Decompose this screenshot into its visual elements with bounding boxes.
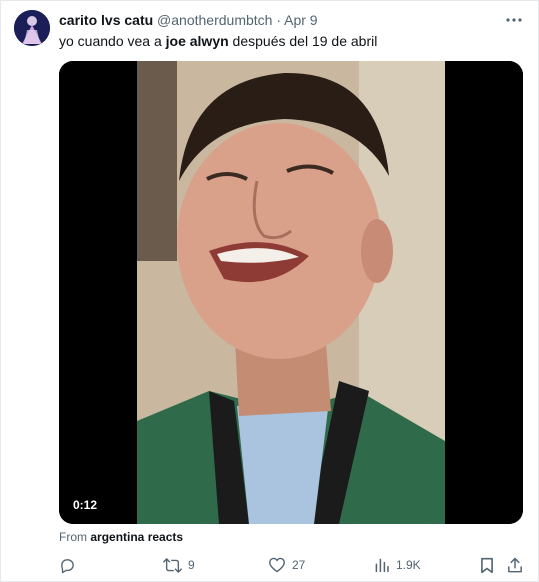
reply-icon [61,558,74,573]
tweet-date[interactable]: Apr 9 [284,12,317,28]
source-account-link[interactable]: argentina reacts [90,530,183,544]
user-handle[interactable]: @anotherdumbtch [157,12,272,28]
separator: · [276,12,281,28]
retweet-icon [163,557,182,573]
like-count: 27 [292,558,306,572]
bookmark-icon [481,557,493,573]
like-button[interactable]: 27 [268,556,305,574]
video-player[interactable]: 0:12 [59,61,523,524]
avatar-image [14,10,50,46]
bookmark-button[interactable] [480,556,494,574]
media-source: From argentina reacts [59,530,183,544]
more-icon [506,18,522,22]
tweet-text: yo cuando vea a joe alwyn después del 19… [59,32,522,50]
tweet-text-part: yo cuando vea a [59,33,166,49]
video-duration: 0:12 [67,496,104,514]
like-icon [269,557,285,573]
views-icon [375,558,389,573]
views-count: 1.9K [396,558,421,572]
avatar[interactable] [14,10,50,46]
tweet-text-part: después del 19 de abril [228,33,378,49]
more-button[interactable] [504,11,524,29]
retweet-button[interactable]: 9 [163,556,195,574]
share-icon [508,557,522,572]
tweet-header: carito lvs catu @anotherdumbtch · Apr 9 [59,11,498,31]
tweet-card[interactable]: carito lvs catu @anotherdumbtch · Apr 9 … [0,0,539,582]
retweet-count: 9 [188,558,195,572]
display-name[interactable]: carito lvs catu [59,12,153,28]
reply-button[interactable] [59,556,76,574]
share-button[interactable] [507,556,523,574]
action-bar: 9 27 1.9K [59,556,523,574]
video-frame [59,61,523,524]
source-prefix: From [59,530,91,544]
views-button[interactable]: 1.9K [374,556,421,574]
tweet-text-bold: joe alwyn [165,33,229,49]
